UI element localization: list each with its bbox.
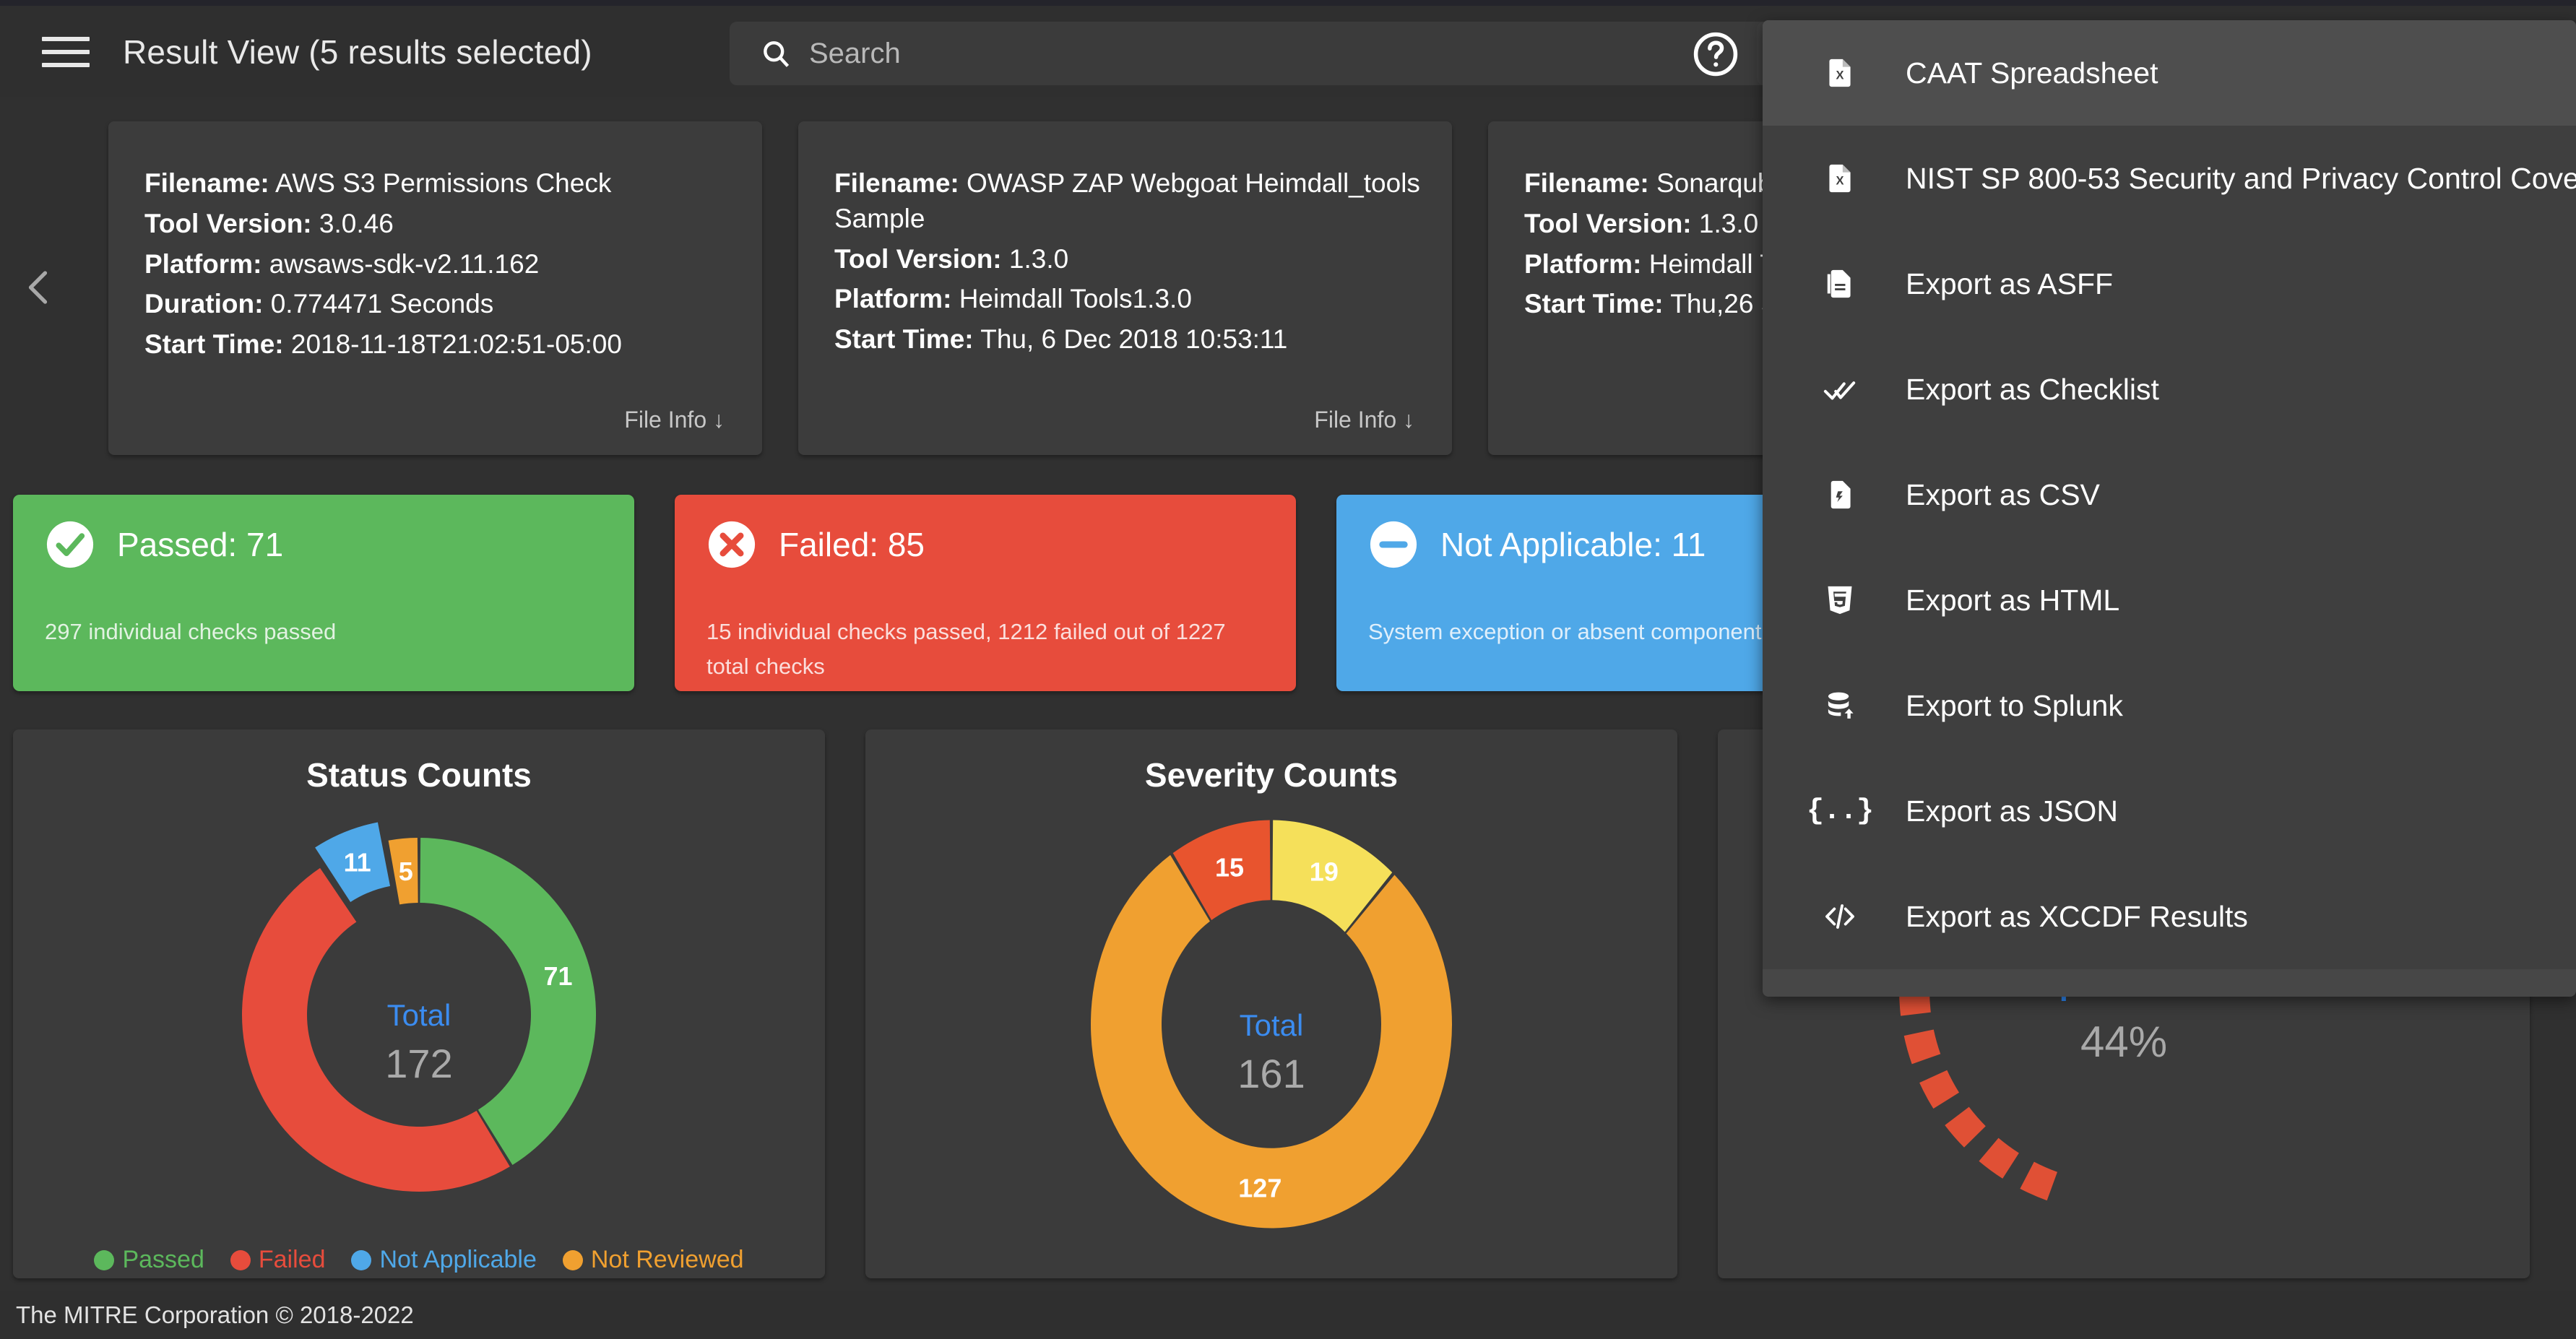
page-footer: The MITRE Corporation © 2018-2022 <box>0 1291 2576 1339</box>
card-platform: Platform: Heimdall Tools1.3.0 <box>834 284 1192 314</box>
export-menu-item-export-as-asff[interactable]: Export as ASFF <box>1763 231 2576 337</box>
chart-card-status-counts: Status Counts 71 11 5 Total 172 Passed Fail… <box>13 729 825 1278</box>
status-card-failed[interactable]: Failed: 85 15 individual checks passed, … <box>675 495 1296 691</box>
excel-file-icon: X <box>1819 157 1861 199</box>
result-info-card[interactable]: Filename: AWS S3 Permissions Check Tool … <box>108 121 762 455</box>
export-menu-item-nist-sp-800-53-security-and-privacy-control-coverage[interactable]: X NIST SP 800-53 Security and Privacy Con… <box>1763 126 2576 231</box>
export-menu-item-label: Export as XCCDF Results <box>1906 899 2248 933</box>
donut-slice-label: 71 <box>544 961 573 991</box>
status-card-passed[interactable]: Passed: 71 297 individual checks passed <box>13 495 634 691</box>
card-start-time: Start Time: Thu, 6 Dec 2018 10:53:11 <box>834 324 1288 355</box>
check-circle-icon <box>45 519 95 570</box>
legend-item[interactable]: Not Applicable <box>351 1246 537 1274</box>
chart-card-severity-counts: Severity Counts 19 127 15 Total 161 <box>865 729 1677 1278</box>
svg-text:X: X <box>1836 69 1844 82</box>
legend-label: Passed <box>122 1246 204 1273</box>
status-title: Failed: 85 <box>779 526 925 563</box>
search-input[interactable] <box>809 37 1799 70</box>
legend-label: Failed <box>258 1246 326 1273</box>
help-circle-icon[interactable] <box>1690 29 1741 79</box>
card-start-time: Start Time: 2018-11-18T21:02:51-05:00 <box>144 329 622 360</box>
status-counts-donut: 71 11 5 Total 172 <box>13 794 825 1242</box>
export-menu-item-export-to-splunk[interactable]: Export to Splunk <box>1763 653 2576 758</box>
legend-color-dot <box>351 1249 372 1270</box>
html5-icon <box>1819 579 1861 621</box>
donut-slice-label: 127 <box>1238 1173 1281 1202</box>
legend-color-dot <box>230 1249 251 1270</box>
card-platform: Platform: awsaws-sdk-v2.11.162 <box>144 248 540 279</box>
code-tags-icon <box>1819 896 1861 937</box>
double-check-icon <box>1819 368 1861 410</box>
export-menu-item-export-as-xccdf-results[interactable]: Export as XCCDF Results <box>1763 864 2576 969</box>
status-summary-row: Passed: 71 297 individual checks passed … <box>13 495 1958 691</box>
card-tool-version: Tool Version: 1.3.0 <box>834 243 1069 274</box>
page-title: Result View (5 results selected) <box>123 32 592 71</box>
legend-label: Not Applicable <box>379 1246 537 1273</box>
export-menu-item-export-as-json[interactable]: {..} Export as JSON <box>1763 758 2576 864</box>
legend-item[interactable]: Passed <box>94 1246 204 1274</box>
chart-title: Severity Counts <box>1144 756 1399 794</box>
card-filename: Filename: OWASP ZAP Webgoat Heimdall_too… <box>834 168 1420 233</box>
export-menu-item-label: Export to Splunk <box>1906 688 2123 722</box>
json-braces-icon: {..} <box>1807 794 1874 828</box>
chart-title: Status Counts <box>306 756 532 794</box>
donut-total-value: 161 <box>1237 1051 1305 1096</box>
result-info-card[interactable]: Filename: OWASP ZAP Webgoat Heimdall_too… <box>798 121 1452 455</box>
database-upload-icon <box>1819 685 1861 727</box>
donut-slice-label: 5 <box>399 857 413 886</box>
close-circle-icon <box>706 519 757 570</box>
export-menu-item-label: Export as ASFF <box>1906 266 2114 300</box>
status-title: Passed: 71 <box>117 526 284 563</box>
export-dropdown-menu[interactable]: X CAAT Spreadsheet X NIST SP 800-53 Securit… <box>1763 20 2576 997</box>
svg-text:X: X <box>1836 174 1844 187</box>
result-view-page: Result View (5 results selected) Search … <box>0 0 2576 1339</box>
gauge-value: 44% <box>2080 1018 2168 1066</box>
file-info-toggle[interactable]: File Info ↓ <box>1314 407 1414 433</box>
minus-circle-icon <box>1368 519 1419 570</box>
export-menu-item-label: Export as HTML <box>1906 583 2120 617</box>
export-menu-item-export-as-checklist[interactable]: Export as Checklist <box>1763 337 2576 442</box>
card-duration: Duration: 0.774471 Seconds <box>144 289 494 319</box>
donut-total-label: Total <box>1239 1008 1304 1042</box>
donut-total-label: Total <box>386 998 451 1032</box>
card-filename: Filename: AWS S3 Permissions Check <box>144 168 612 198</box>
search-icon <box>760 38 792 69</box>
status-subtitle: 15 individual checks passed, 1212 failed… <box>706 619 1226 680</box>
severity-counts-donut: 19 127 15 Total 161 <box>865 794 1677 1242</box>
donut-total-value: 172 <box>385 1041 453 1086</box>
status-title: Not Applicable: 11 <box>1440 526 1706 563</box>
chevron-left-icon[interactable] <box>18 266 61 309</box>
export-menu-item-export-as-html[interactable]: Export as HTML <box>1763 547 2576 653</box>
export-menu-item-export-as-csv[interactable]: Export as CSV <box>1763 442 2576 547</box>
status-subtitle: 297 individual checks passed <box>45 619 337 644</box>
export-menu-item-label: Export as CSV <box>1906 477 2100 511</box>
csv-file-icon <box>1819 474 1861 516</box>
export-menu-item-caat-spreadsheet[interactable]: X CAAT Spreadsheet <box>1763 20 2576 126</box>
export-menu-item-label: NIST SP 800-53 Security and Privacy Cont… <box>1906 161 2576 195</box>
legend-item[interactable]: Failed <box>230 1246 326 1274</box>
donut-slice-label: 11 <box>344 848 371 878</box>
file-info-toggle[interactable]: File Info ↓ <box>624 407 725 433</box>
search-bar[interactable] <box>730 22 1799 85</box>
copyright-text: The MITRE Corporation © 2018-2022 <box>16 1301 414 1328</box>
hamburger-menu-icon[interactable] <box>42 33 90 71</box>
export-menu-item-label: Export as Checklist <box>1906 372 2159 406</box>
donut-slice-label: 19 <box>1310 857 1339 886</box>
export-menu-item-label: Export as JSON <box>1906 794 2118 828</box>
export-menu-item-label: CAAT Spreadsheet <box>1906 56 2158 90</box>
legend-color-dot <box>562 1249 583 1270</box>
excel-file-icon: X <box>1819 52 1861 94</box>
document-icon <box>1819 263 1861 305</box>
browser-chrome-strip <box>0 0 2576 6</box>
legend-item[interactable]: Not Reviewed <box>562 1246 744 1274</box>
chart-legend: Passed Failed Not Applicable Not Reviewed <box>13 1246 825 1274</box>
legend-color-dot <box>94 1249 115 1270</box>
card-tool-version: Tool Version: 3.0.46 <box>144 208 394 238</box>
legend-label: Not Reviewed <box>590 1246 744 1273</box>
donut-slice-label: 15 <box>1215 853 1244 883</box>
